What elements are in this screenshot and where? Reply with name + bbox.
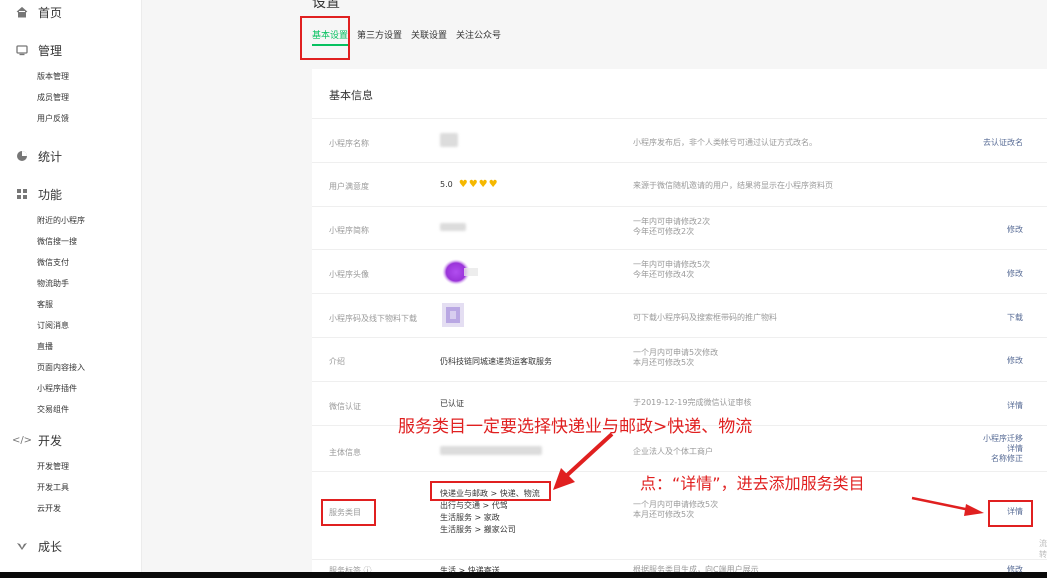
annotation-box-category-label [321, 499, 376, 526]
annotation-click-note: 点：“详情”，进去添加服务类目 [640, 474, 865, 493]
bottom-bar [0, 572, 1047, 578]
arrow-head-icon [964, 504, 984, 516]
annotation-box-details [988, 500, 1033, 527]
arrow-to-category [562, 432, 614, 480]
arrow-to-details [911, 496, 971, 512]
annotation-category-note: 服务类目一定要选择快递业与邮政>快递、物流 [398, 417, 753, 437]
annotation-box-category-item [430, 481, 551, 501]
side-cut-text: 流 转 [1039, 539, 1047, 559]
